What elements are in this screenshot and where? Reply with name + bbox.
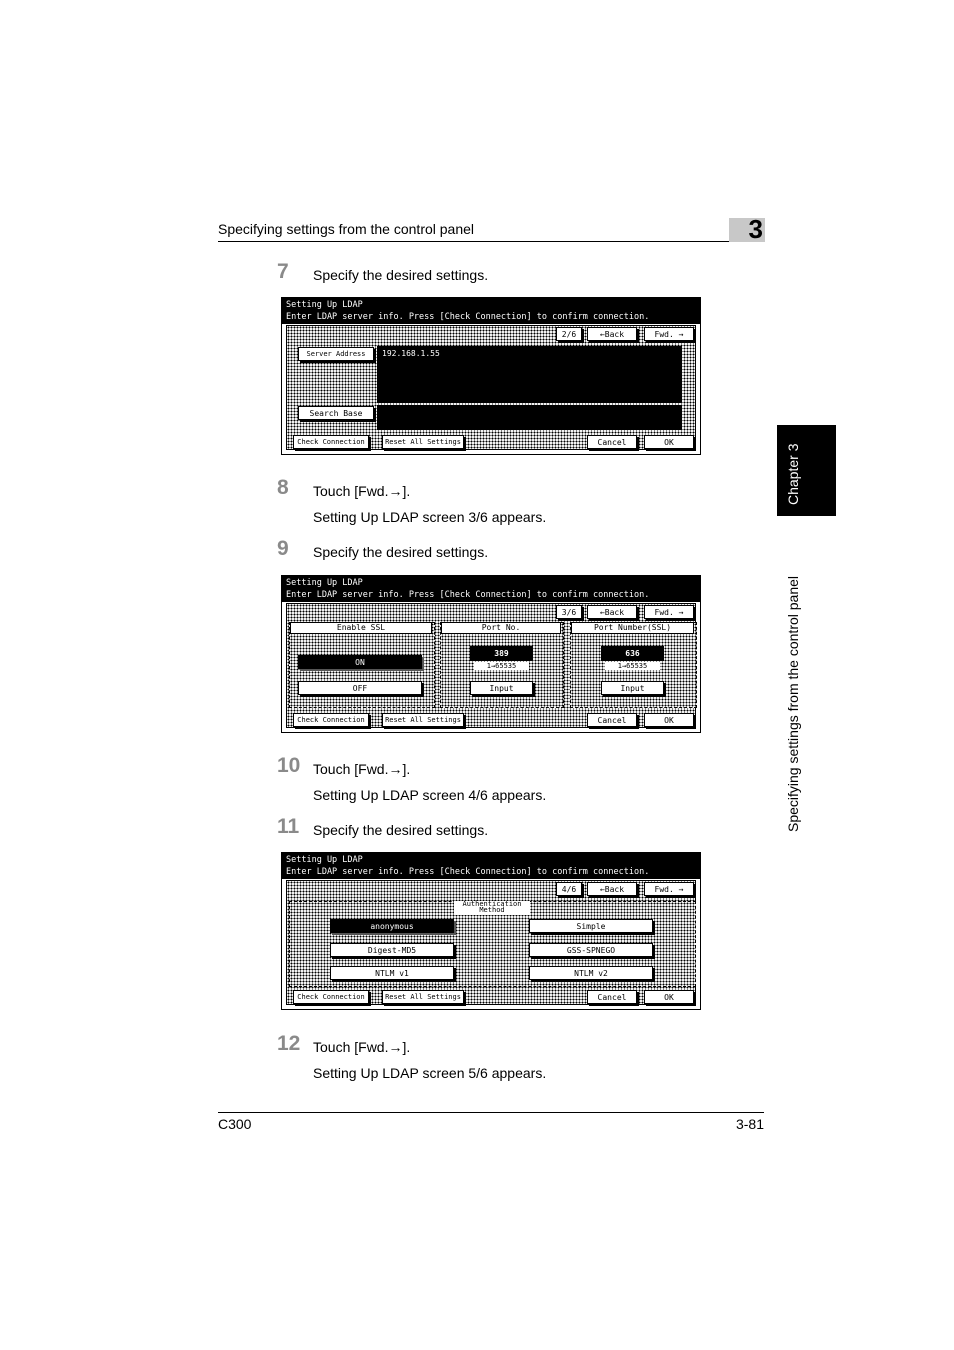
- ldap-screen-3-of-6: Setting Up LDAP Enter LDAP server info. …: [281, 575, 701, 733]
- step-number: 10: [277, 754, 301, 777]
- search-base-button[interactable]: Search Base: [298, 406, 374, 420]
- ssl-on-button[interactable]: ON: [298, 655, 422, 669]
- screen-title-bar: Setting Up LDAP Enter LDAP server info. …: [282, 298, 700, 324]
- port-ssl-value: 636: [601, 646, 664, 661]
- screen-title-bar: Setting Up LDAP Enter LDAP server info. …: [282, 576, 700, 602]
- screen-instruction: Enter LDAP server info. Press [Check Con…: [286, 867, 650, 877]
- step-subtext: Setting Up LDAP screen 4/6 appears.: [313, 787, 547, 803]
- step-text: Touch [Fwd.→].: [313, 483, 411, 499]
- reset-all-settings-button[interactable]: Reset All Settings: [382, 435, 464, 449]
- step-number: 8: [277, 476, 289, 499]
- step-number: 9: [277, 537, 289, 560]
- screen-title-bar: Setting Up LDAP Enter LDAP server info. …: [282, 853, 700, 879]
- cancel-button[interactable]: Cancel: [587, 990, 637, 1004]
- running-header: Specifying settings from the control pan…: [218, 221, 475, 237]
- footer-page-number: 3-81: [735, 1116, 764, 1132]
- side-section-label: Specifying settings from the control pan…: [785, 575, 801, 832]
- auth-method-label: Authentication Method: [454, 901, 530, 915]
- ok-button[interactable]: OK: [644, 713, 694, 727]
- enable-ssl-label: Enable SSL: [290, 622, 432, 634]
- back-button[interactable]: ←Back: [587, 327, 637, 341]
- step-text: Touch [Fwd.→].: [313, 1039, 411, 1055]
- step-subtext: Setting Up LDAP screen 5/6 appears.: [313, 1065, 547, 1081]
- forward-button[interactable]: Fwd. →: [644, 327, 694, 341]
- port-number-label: Port No.: [441, 622, 561, 634]
- port-number-input-button[interactable]: Input: [470, 681, 533, 695]
- ldap-screen-2-of-6: Setting Up LDAP Enter LDAP server info. …: [281, 297, 701, 455]
- side-chapter-label: Chapter 3: [785, 443, 801, 505]
- cancel-button[interactable]: Cancel: [587, 435, 637, 449]
- forward-button[interactable]: Fwd. →: [644, 882, 694, 896]
- footer-model: C300: [218, 1116, 252, 1132]
- back-button[interactable]: ←Back: [587, 605, 637, 619]
- screen-title: Setting Up LDAP: [286, 855, 363, 865]
- page-indicator: 2/6: [556, 327, 582, 341]
- search-base-field[interactable]: [377, 405, 682, 430]
- step-text: Specify the desired settings.: [313, 267, 489, 283]
- screen-instruction: Enter LDAP server info. Press [Check Con…: [286, 590, 650, 600]
- step-number: 12: [277, 1032, 301, 1055]
- server-address-field[interactable]: 192.168.1.55: [377, 346, 682, 403]
- step-text: Specify the desired settings.: [313, 822, 489, 838]
- ldap-screen-4-of-6: Setting Up LDAP Enter LDAP server info. …: [281, 852, 701, 1010]
- check-connection-button[interactable]: Check Connection: [293, 713, 369, 727]
- page-indicator: 4/6: [556, 882, 582, 896]
- check-connection-button[interactable]: Check Connection: [293, 990, 369, 1004]
- side-chapter-tab: Chapter 3: [777, 425, 836, 516]
- port-ssl-range: 1→65535: [605, 662, 660, 670]
- chapter-number: 3: [748, 214, 763, 244]
- auth-ntlm-v1-button[interactable]: NTLM v1: [330, 966, 454, 980]
- screen-title: Setting Up LDAP: [286, 578, 363, 588]
- auth-ntlm-v2-button[interactable]: NTLM v2: [529, 966, 653, 980]
- auth-simple-button[interactable]: Simple: [529, 919, 653, 933]
- auth-gss-spnego-button[interactable]: GSS-SPNEGO: [529, 943, 653, 957]
- header-rule: [218, 241, 764, 242]
- server-address-button[interactable]: Server Address: [298, 347, 374, 361]
- step-subtext: Setting Up LDAP screen 3/6 appears.: [313, 509, 547, 525]
- check-connection-button[interactable]: Check Connection: [293, 435, 369, 449]
- reset-all-settings-button[interactable]: Reset All Settings: [382, 713, 464, 727]
- page-indicator: 3/6: [556, 605, 582, 619]
- reset-all-settings-button[interactable]: Reset All Settings: [382, 990, 464, 1004]
- back-button[interactable]: ←Back: [587, 882, 637, 896]
- ok-button[interactable]: OK: [644, 435, 694, 449]
- forward-button[interactable]: Fwd. →: [644, 605, 694, 619]
- ssl-off-button[interactable]: OFF: [298, 681, 422, 695]
- cancel-button[interactable]: Cancel: [587, 713, 637, 727]
- step-number: 7: [277, 260, 289, 283]
- ok-button[interactable]: OK: [644, 990, 694, 1004]
- port-ssl-label: Port Number(SSL): [571, 622, 694, 634]
- port-ssl-input-button[interactable]: Input: [601, 681, 664, 695]
- screen-title: Setting Up LDAP: [286, 300, 363, 310]
- step-text: Touch [Fwd.→].: [313, 761, 411, 777]
- port-number-range: 1→65535: [474, 662, 529, 670]
- auth-anonymous-button[interactable]: anonymous: [330, 919, 454, 933]
- auth-digest-md5-button[interactable]: Digest-MD5: [330, 943, 454, 957]
- port-number-value: 389: [470, 646, 533, 661]
- footer-rule: [218, 1112, 764, 1113]
- screen-instruction: Enter LDAP server info. Press [Check Con…: [286, 312, 650, 322]
- step-text: Specify the desired settings.: [313, 544, 489, 560]
- step-number: 11: [277, 815, 300, 838]
